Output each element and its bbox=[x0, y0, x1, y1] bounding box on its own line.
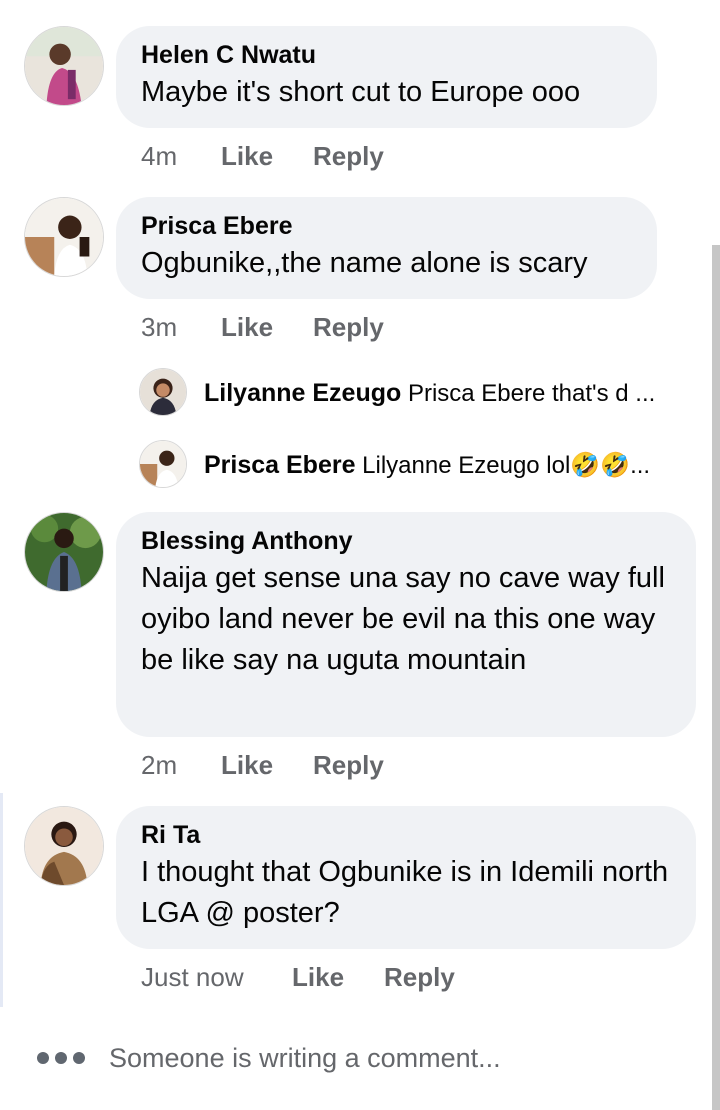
typing-dot-icon bbox=[37, 1052, 49, 1064]
typing-indicator: Someone is writing a comment... bbox=[37, 1040, 501, 1076]
reply-button[interactable]: Reply bbox=[313, 312, 384, 343]
avatar[interactable] bbox=[139, 368, 187, 416]
reply-item[interactable]: Lilyanne Ezeugo Prisca Ebere that's d ..… bbox=[204, 379, 674, 408]
avatar[interactable] bbox=[24, 197, 104, 277]
reply-button[interactable]: Reply bbox=[384, 962, 455, 993]
reply-author[interactable]: Lilyanne Ezeugo bbox=[204, 379, 401, 407]
comment-text: Naija get sense una say no cave way full… bbox=[141, 562, 665, 676]
reply-author[interactable]: Prisca Ebere bbox=[204, 451, 356, 479]
like-button[interactable]: Like bbox=[221, 141, 273, 172]
like-button[interactable]: Like bbox=[292, 962, 344, 993]
reply-item[interactable]: Prisca Ebere Lilyanne Ezeugo lol🤣🤣... bbox=[204, 451, 674, 480]
avatar[interactable] bbox=[24, 512, 104, 592]
new-comment-highlight bbox=[0, 793, 3, 1007]
comment-bubble: Helen C Nwatu Maybe it's short cut to Eu… bbox=[116, 26, 657, 128]
comment-author[interactable]: Ri Ta bbox=[141, 820, 670, 850]
typing-dot-icon bbox=[55, 1052, 67, 1064]
like-button[interactable]: Like bbox=[221, 312, 273, 343]
avatar[interactable] bbox=[139, 440, 187, 488]
typing-dot-icon bbox=[73, 1052, 85, 1064]
comment-author[interactable]: Prisca Ebere bbox=[141, 211, 631, 241]
reply-text: Prisca Ebere that's d ... bbox=[407, 380, 656, 407]
comment-text: I thought that Ogbunike is in Idemili no… bbox=[141, 856, 669, 929]
scrollbar[interactable] bbox=[712, 245, 720, 1110]
reply-text: Lilyanne Ezeugo lol🤣🤣... bbox=[362, 452, 651, 479]
avatar[interactable] bbox=[24, 26, 104, 106]
like-button[interactable]: Like bbox=[221, 750, 273, 781]
comment-author[interactable]: Helen C Nwatu bbox=[141, 40, 631, 70]
comment-bubble: Ri Ta I thought that Ogbunike is in Idem… bbox=[116, 806, 696, 949]
typing-indicator-text: Someone is writing a comment... bbox=[109, 1042, 501, 1073]
avatar[interactable] bbox=[24, 806, 104, 886]
comment-bubble: Blessing Anthony Naija get sense una say… bbox=[116, 512, 696, 737]
comment-time[interactable]: 2m bbox=[141, 750, 177, 781]
comment-time[interactable]: 4m bbox=[141, 141, 177, 172]
comment-text: Ogbunike,,the name alone is scary bbox=[141, 247, 588, 279]
comment-time[interactable]: Just now bbox=[141, 962, 244, 993]
comment-bubble: Prisca Ebere Ogbunike,,the name alone is… bbox=[116, 197, 657, 299]
comment-author[interactable]: Blessing Anthony bbox=[141, 526, 670, 556]
comment-text: Maybe it's short cut to Europe ooo bbox=[141, 76, 581, 108]
reply-button[interactable]: Reply bbox=[313, 750, 384, 781]
reply-button[interactable]: Reply bbox=[313, 141, 384, 172]
comment-time[interactable]: 3m bbox=[141, 312, 177, 343]
